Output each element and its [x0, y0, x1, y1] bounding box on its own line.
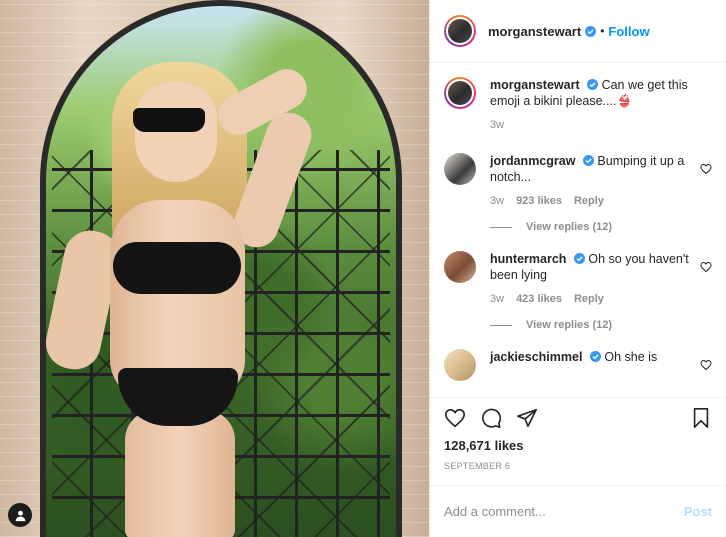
reply-button[interactable]: Reply — [574, 293, 604, 305]
replies-divider — [490, 324, 512, 326]
comment-item: jackieschimmel Oh she is — [444, 349, 712, 381]
comment-text: Oh she is — [604, 350, 658, 364]
comment-username[interactable]: jackieschimmel — [490, 350, 582, 364]
view-replies-button[interactable]: View replies (12) — [490, 221, 712, 233]
like-comment-heart-icon[interactable] — [700, 163, 712, 175]
save-button[interactable] — [690, 407, 712, 429]
view-replies-button[interactable]: View replies (12) — [490, 319, 712, 331]
header-username[interactable]: morganstewart — [488, 24, 581, 39]
paper-plane-icon — [517, 408, 537, 428]
legs — [125, 410, 235, 537]
verified-badge-icon — [573, 253, 585, 264]
comment-time[interactable]: 3w — [490, 293, 504, 305]
verified-badge-icon — [585, 25, 597, 37]
bookmark-icon — [693, 408, 709, 428]
caption: morganstewart Can we get this emoji a bi… — [444, 77, 712, 131]
comment-bubble-icon — [482, 408, 502, 428]
post-comment-button[interactable]: Post — [684, 504, 712, 519]
comment-item: jordanmcgraw Bumping it up a notch... 3w… — [444, 153, 712, 207]
follow-button[interactable]: Follow — [608, 24, 649, 39]
post-sidebar: morganstewart • Follow morganstewart Can… — [429, 0, 726, 537]
user-icon — [15, 510, 25, 521]
heart-icon — [445, 408, 465, 428]
verified-badge-icon — [587, 79, 599, 90]
like-comment-heart-icon[interactable] — [700, 261, 712, 273]
add-comment-section: Post — [430, 485, 726, 537]
caption-text-block: morganstewart Can we get this emoji a bi… — [490, 77, 694, 109]
post-photo[interactable] — [0, 0, 429, 537]
comment-meta: 3w 423 likes Reply — [490, 293, 694, 305]
post-header: morganstewart • Follow — [430, 0, 726, 63]
caption-time[interactable]: 3w — [490, 119, 504, 131]
verified-badge-icon — [589, 351, 601, 362]
avatar[interactable] — [444, 15, 476, 47]
person-figure — [0, 0, 429, 537]
caption-avatar[interactable] — [444, 77, 476, 109]
caption-meta: 3w — [490, 119, 694, 131]
comment-username[interactable]: jordanmcgraw — [490, 154, 575, 168]
share-button[interactable] — [516, 407, 538, 429]
tagged-users-button[interactable] — [8, 503, 32, 527]
verified-badge-icon — [582, 155, 594, 166]
action-bar — [430, 398, 726, 438]
caption-username[interactable]: morganstewart — [490, 78, 580, 92]
like-button[interactable] — [444, 407, 466, 429]
comment-input[interactable] — [444, 504, 684, 519]
comment-avatar[interactable] — [444, 251, 476, 283]
like-comment-heart-icon[interactable] — [700, 359, 712, 371]
comment-avatar[interactable] — [444, 349, 476, 381]
instagram-post: morganstewart • Follow morganstewart Can… — [0, 0, 726, 537]
comment-likes[interactable]: 923 likes — [516, 195, 562, 207]
face — [135, 82, 217, 182]
comment-likes[interactable]: 423 likes — [516, 293, 562, 305]
bikini-top — [113, 242, 241, 294]
sunglasses — [133, 108, 205, 132]
comments-list[interactable]: morganstewart Can we get this emoji a bi… — [430, 63, 726, 398]
comment-time[interactable]: 3w — [490, 195, 504, 207]
comment-button[interactable] — [480, 407, 502, 429]
replies-divider — [490, 226, 512, 228]
comment-meta: 3w 923 likes Reply — [490, 195, 694, 207]
comment-avatar[interactable] — [444, 153, 476, 185]
post-date[interactable]: SEPTEMBER 6 — [430, 453, 726, 471]
reply-button[interactable]: Reply — [574, 195, 604, 207]
comment-username[interactable]: huntermarch — [490, 252, 566, 266]
comment-item: huntermarch Oh so you haven't been lying… — [444, 251, 712, 305]
likes-count[interactable]: 128,671 likes — [430, 438, 726, 453]
separator-dot: • — [600, 24, 605, 38]
